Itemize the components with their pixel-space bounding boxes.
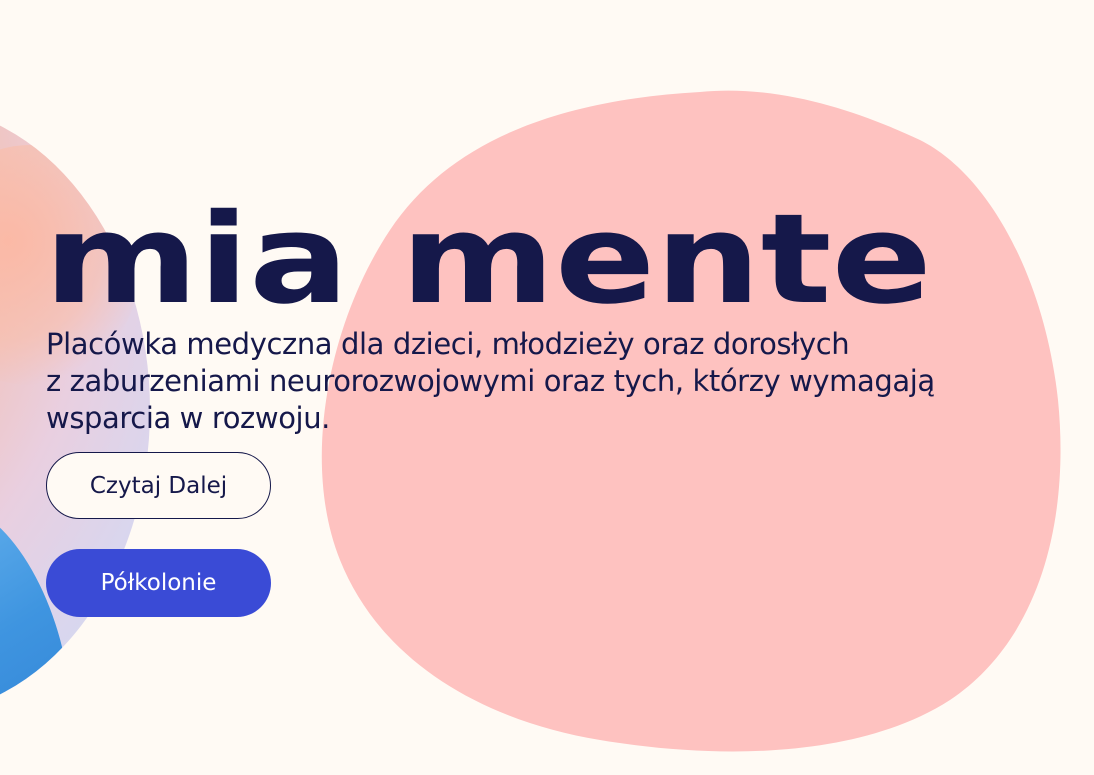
tagline-line: wsparcia w rozwoju.	[46, 401, 330, 435]
brand-logo: mia mente	[44, 200, 932, 310]
hero-tagline: Placówka medyczna dla dzieci, młodzieży …	[46, 326, 1056, 437]
day-camps-button[interactable]: Półkolonie	[46, 549, 271, 617]
brand-logo-text: mia mente	[44, 200, 932, 310]
tagline-line: z zaburzeniami neurorozwojowymi oraz tyc…	[46, 364, 935, 398]
read-more-button[interactable]: Czytaj Dalej	[46, 452, 271, 519]
hero-section: mia mente Placówka medyczna dla dzieci, …	[0, 0, 1094, 775]
tagline-line: Placówka medyczna dla dzieci, młodzieży …	[46, 327, 850, 361]
